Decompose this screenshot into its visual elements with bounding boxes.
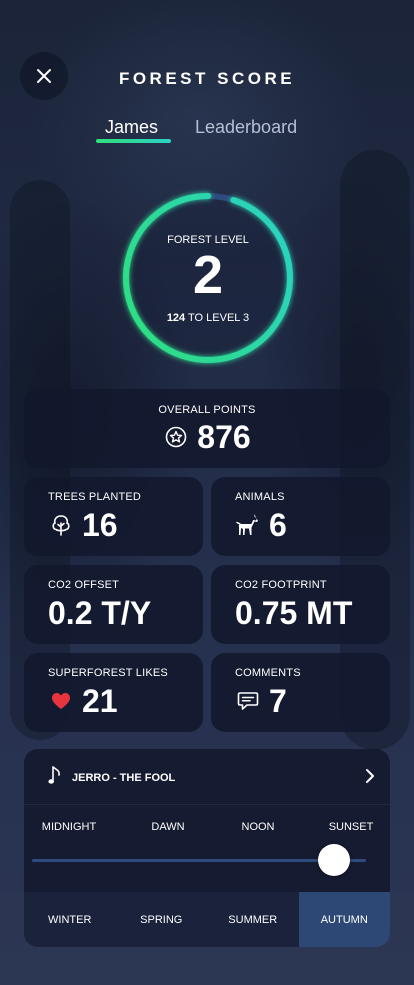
active-tab-indicator	[96, 139, 171, 143]
season-summer-label: SUMMER	[228, 913, 278, 926]
page-title: FOREST SCORE	[118, 69, 296, 88]
season-spring-label: SPRING	[140, 913, 183, 926]
season-winter[interactable]: WINTER	[24, 892, 116, 947]
co2-footprint-value: 0.75 MT	[235, 595, 353, 631]
forest-score-screen: FOREST SCORE James Leaderboard FOREST LE…	[0, 0, 414, 985]
season-winter-label: WINTER	[48, 913, 92, 926]
music-note-icon	[48, 765, 62, 791]
overall-points-label: OVERALL POINTS	[158, 404, 256, 416]
time-of-day-labels: MIDNIGHT DAWN NOON SUNSET	[24, 821, 390, 835]
trees-planted-value: 16	[82, 507, 118, 543]
trees-planted-row: 16	[48, 507, 118, 543]
divider	[24, 804, 390, 805]
points-to-next-text: TO LEVEL 3	[188, 312, 250, 324]
points-to-next-number: 124	[166, 312, 186, 324]
tree-icon	[48, 512, 74, 538]
season-autumn[interactable]: AUTUMN	[298, 892, 390, 947]
time-label-sunset: SUNSET	[328, 821, 374, 833]
song-selector[interactable]: JERRO - THE FOOL	[48, 765, 376, 791]
comment-icon	[235, 688, 261, 714]
points-to-next-level: 124 TO LEVEL 3	[118, 312, 298, 324]
deer-icon	[235, 512, 261, 538]
trees-planted-label: TREES PLANTED	[48, 491, 142, 503]
animals-label: ANIMALS	[235, 491, 285, 503]
forest-level-value: 2	[192, 245, 224, 305]
superforest-likes-row: 21	[48, 683, 118, 719]
overall-points-value: 876	[197, 419, 251, 455]
chevron-right-icon[interactable]	[364, 768, 376, 789]
superforest-likes-card: SUPERFOREST LIKES 21	[24, 653, 203, 732]
heart-icon	[48, 688, 74, 714]
tab-leaderboard[interactable]: Leaderboard	[195, 117, 297, 138]
co2-offset-card: CO2 OFFSET 0.2 T/Y	[24, 565, 203, 644]
superforest-likes-value: 21	[82, 683, 118, 719]
animals-row: 6	[235, 507, 287, 543]
comments-label: COMMENTS	[235, 667, 301, 679]
trees-planted-card: TREES PLANTED 16	[24, 477, 203, 556]
overall-points-row: 876	[24, 419, 390, 455]
co2-offset-value: 0.2 T/Y	[48, 595, 152, 631]
forest-level-readout: FOREST LEVEL 2 124 TO LEVEL 3	[118, 188, 298, 368]
season-autumn-label: AUTUMN	[320, 913, 368, 926]
time-label-dawn: DAWN	[151, 821, 185, 833]
ambience-panel: JERRO - THE FOOL MIDNIGHT DAWN NOON SUNS…	[24, 749, 390, 947]
co2-offset-label: CO2 OFFSET	[48, 579, 120, 591]
co2-footprint-card: CO2 FOOTPRINT 0.75 MT	[211, 565, 390, 644]
comments-value: 7	[269, 683, 287, 719]
song-title: JERRO - THE FOOL	[72, 772, 176, 784]
time-label-noon: NOON	[241, 821, 275, 833]
season-summer[interactable]: SUMMER	[207, 892, 299, 947]
time-of-day-slider-track[interactable]	[32, 859, 366, 862]
comments-row: 7	[235, 683, 287, 719]
time-label-midnight: MIDNIGHT	[41, 821, 97, 833]
season-selector: WINTER SPRING SUMMER AUTUMN	[24, 892, 390, 947]
comments-card: COMMENTS 7	[211, 653, 390, 732]
star-badge-icon	[163, 424, 189, 450]
time-of-day-slider-thumb[interactable]	[318, 844, 350, 876]
animals-card: ANIMALS 6	[211, 477, 390, 556]
co2-footprint-label: CO2 FOOTPRINT	[235, 579, 327, 591]
season-spring[interactable]: SPRING	[116, 892, 208, 947]
co2-offset-row: 0.2 T/Y	[48, 595, 151, 631]
overall-points-card: OVERALL POINTS 876	[24, 389, 390, 468]
superforest-likes-label: SUPERFOREST LIKES	[48, 667, 168, 679]
co2-footprint-row: 0.75 MT	[235, 595, 352, 631]
animals-value: 6	[269, 507, 287, 543]
tab-james[interactable]: James	[105, 117, 158, 138]
